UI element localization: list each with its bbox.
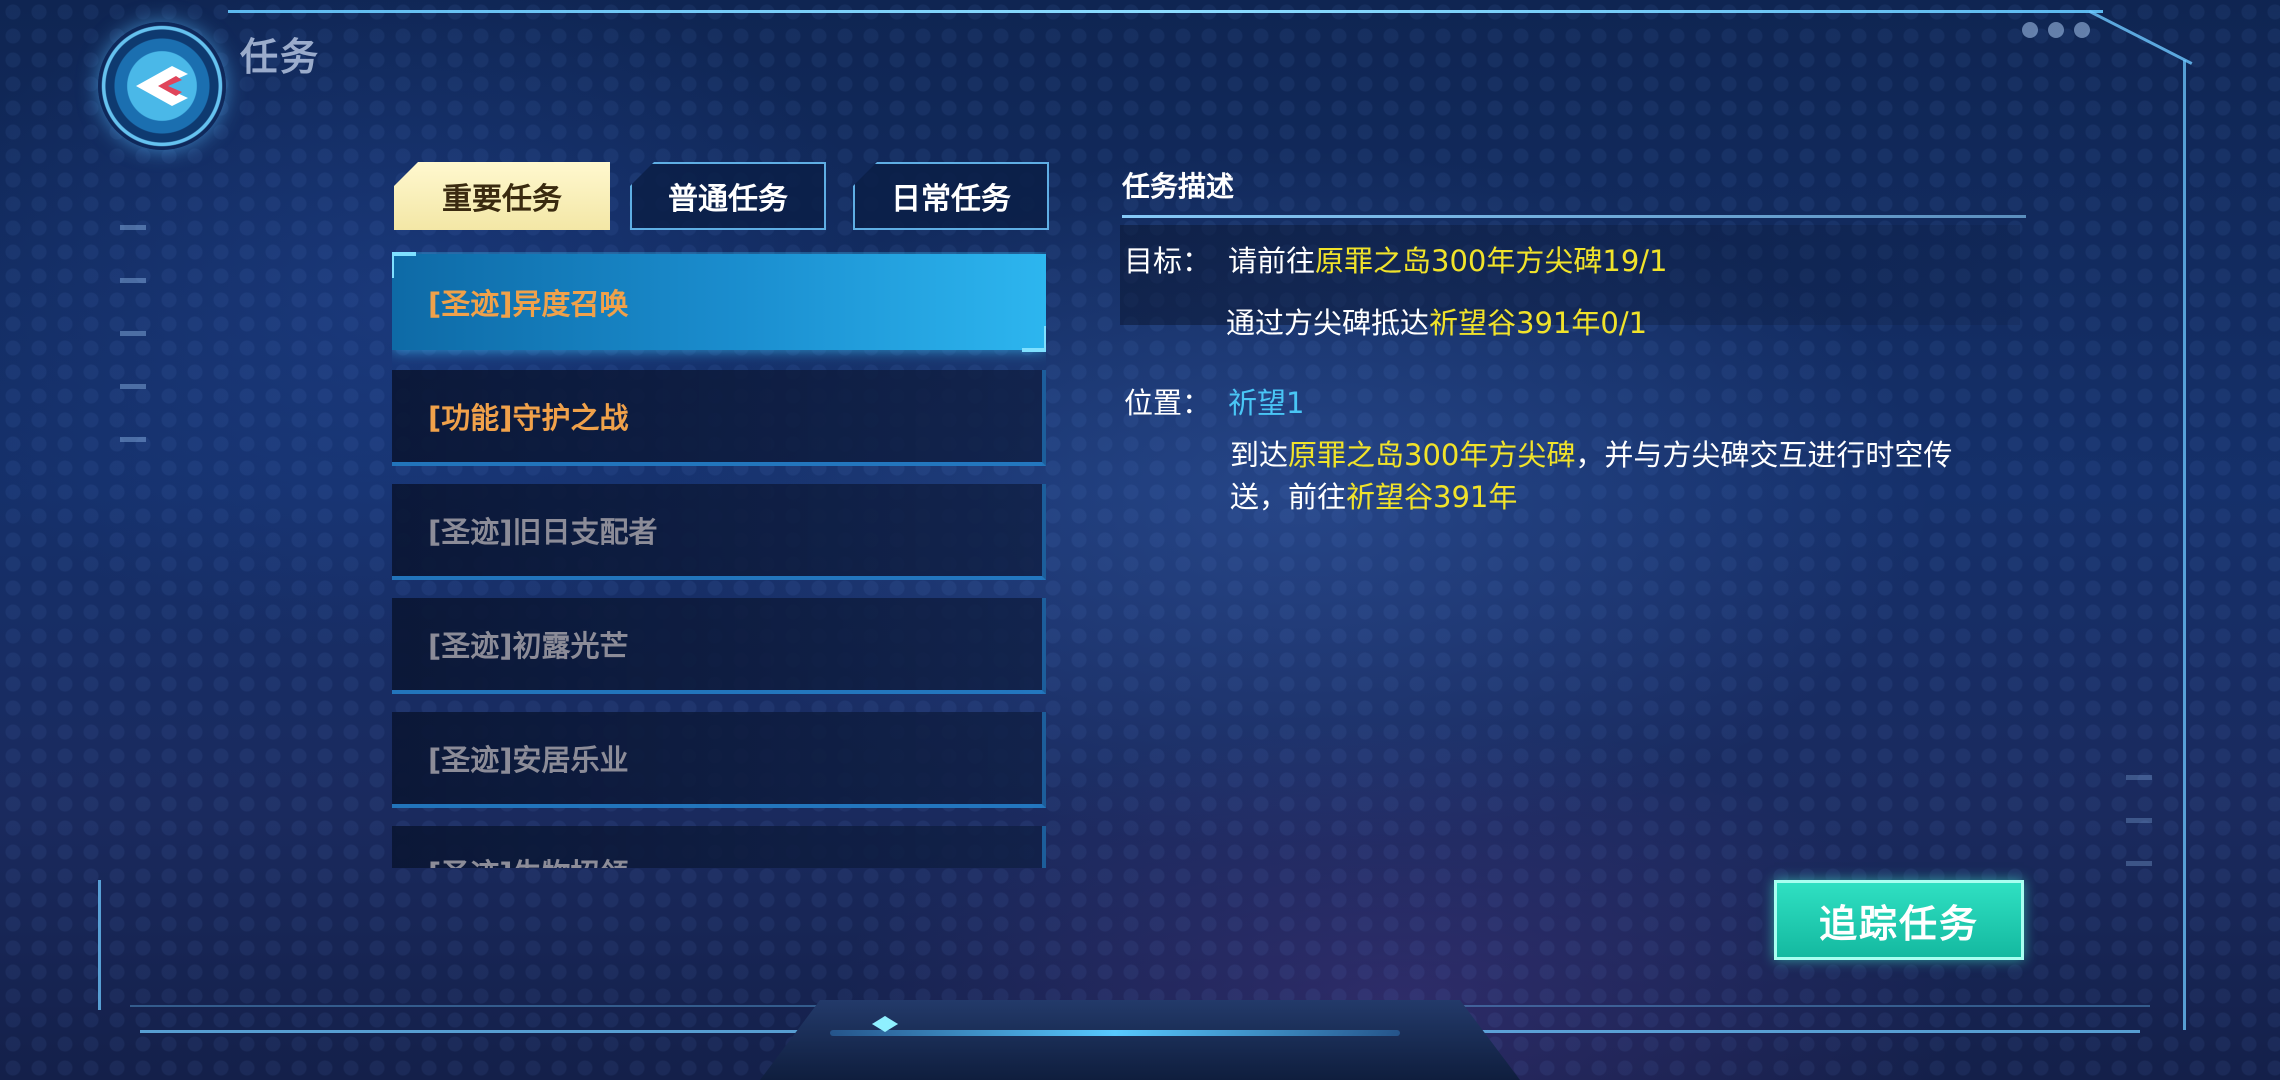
dot-icon bbox=[2074, 22, 2090, 38]
quest-item-selected[interactable]: [圣迹]异度召唤 bbox=[392, 252, 1046, 352]
quest-item[interactable]: [圣迹]旧日支配者 bbox=[392, 484, 1046, 580]
bottom-ornament bbox=[760, 1000, 1520, 1080]
frame-dots bbox=[2022, 22, 2090, 38]
goal-2-highlight: 祈望谷391年0/1 bbox=[1429, 306, 1648, 340]
dot-icon bbox=[2022, 22, 2038, 38]
goal-label: 目标： bbox=[1124, 244, 1212, 278]
dot-icon bbox=[2048, 22, 2064, 38]
quest-label: [圣迹]初露光芒 bbox=[428, 629, 629, 663]
back-arrow-icon bbox=[136, 66, 188, 106]
description-heading: 任务描述 bbox=[1122, 170, 1235, 203]
frame-top-border bbox=[228, 10, 2103, 13]
quest-item[interactable]: [圣迹]安居乐业 bbox=[392, 712, 1046, 808]
quest-item[interactable]: [圣迹]初露光芒 bbox=[392, 598, 1046, 694]
frame-left-border bbox=[98, 880, 101, 1010]
goal-line-1: 请前往原罪之岛300年方尖碑19/1 bbox=[1228, 238, 1668, 280]
left-tick-marks bbox=[120, 225, 146, 490]
location-detail-line-1: 到达原罪之岛300年方尖碑，并与方尖碑交互进行时空传 bbox=[1230, 432, 1952, 474]
location-label: 位置： bbox=[1124, 386, 1212, 420]
location-value: 祈望1 bbox=[1228, 386, 1305, 420]
quest-label: [圣迹]异度召唤 bbox=[428, 287, 629, 321]
quest-label: [圣迹]旧日支配者 bbox=[428, 515, 658, 549]
back-button[interactable] bbox=[98, 22, 226, 150]
goal-line-2: 通过方尖碑抵达祈望谷391年0/1 bbox=[1226, 300, 1647, 342]
quest-label: [功能]守护之战 bbox=[428, 401, 629, 435]
quest-item[interactable]: [功能]守护之战 bbox=[392, 370, 1046, 466]
quest-label: [圣迹]安居乐业 bbox=[428, 743, 629, 777]
tab-daily-quests[interactable]: 日常任务 bbox=[853, 162, 1049, 230]
quest-screen: 任务 重要任务 普通任务 日常任务 [圣迹]异度召唤 [功能]守护之战 [圣迹]… bbox=[0, 0, 2280, 1080]
goal-1-highlight: 原罪之岛300年方尖碑19/1 bbox=[1315, 244, 1668, 278]
detail-text: 到达 bbox=[1230, 438, 1289, 472]
goal-1-text: 请前往 bbox=[1228, 244, 1316, 278]
bottom-ornament-line bbox=[830, 1030, 1400, 1036]
description-divider bbox=[1122, 215, 2026, 218]
detail-text: ，并与方尖碑交互进行时空传 bbox=[1575, 438, 1953, 472]
goal-2-text: 通过方尖碑抵达 bbox=[1226, 306, 1430, 340]
right-tick-marks bbox=[2126, 775, 2152, 904]
detail-text: 送，前往 bbox=[1230, 480, 1347, 514]
quest-label: [圣迹]生物招领 bbox=[428, 851, 629, 868]
tab-important-quests[interactable]: 重要任务 bbox=[394, 162, 610, 230]
page-title: 任务 bbox=[240, 35, 321, 79]
detail-highlight: 原罪之岛300年方尖碑 bbox=[1288, 438, 1576, 472]
quest-list[interactable]: [圣迹]异度召唤 [功能]守护之战 [圣迹]旧日支配者 [圣迹]初露光芒 [圣迹… bbox=[392, 252, 1046, 868]
detail-highlight: 祈望谷391年 bbox=[1346, 480, 1518, 514]
tab-normal-quests[interactable]: 普通任务 bbox=[630, 162, 826, 230]
frame-right-border bbox=[2183, 60, 2186, 1030]
quest-item[interactable]: [圣迹]生物招领 bbox=[392, 826, 1046, 868]
location-detail-line-2: 送，前往祈望谷391年 bbox=[1230, 474, 1517, 516]
track-quest-button[interactable]: 追踪任务 bbox=[1774, 880, 2024, 960]
